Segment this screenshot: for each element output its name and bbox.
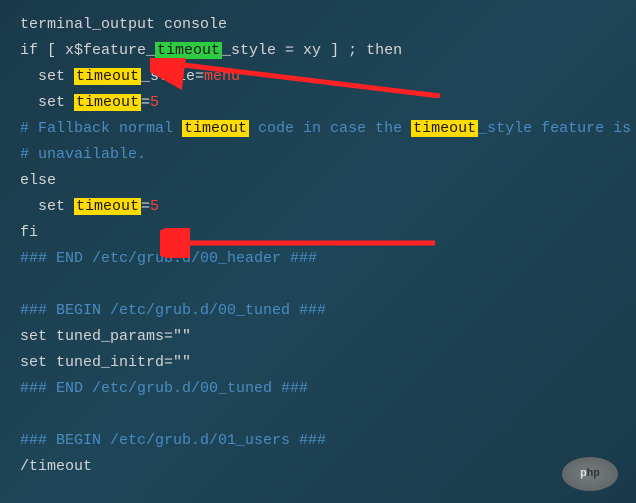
code-line-12: ### BEGIN /etc/grub.d/00_tuned ### xyxy=(20,298,616,324)
string-text: "" xyxy=(173,328,191,345)
red-value: 5 xyxy=(150,198,159,215)
code-line-16 xyxy=(20,402,616,428)
code-line-9: fi xyxy=(20,220,616,246)
comment-text: ### BEGIN /etc/grub.d/01_users ### xyxy=(20,432,326,449)
string-text: "" xyxy=(173,354,191,371)
red-value: menu xyxy=(204,68,240,85)
logo-text-p: p xyxy=(580,468,587,480)
logo-text-hp: hp xyxy=(587,468,600,480)
watermark-logo: php xyxy=(562,457,618,491)
code-line-5: # Fallback normal timeout code in case t… xyxy=(20,116,616,142)
code-text: else xyxy=(20,172,56,189)
code-text: set tuned_params= xyxy=(20,328,173,345)
highlight-yellow: timeout xyxy=(182,120,249,137)
code-line-18: /timeout xyxy=(20,454,616,480)
code-text: = xyxy=(141,198,150,215)
code-line-13: set tuned_params="" xyxy=(20,324,616,350)
code-line-3: set timeout_style=menu xyxy=(20,64,616,90)
code-line-7: else xyxy=(20,168,616,194)
code-line-1: terminal_output console xyxy=(20,12,616,38)
comment-text: ### END /etc/grub.d/00_tuned ### xyxy=(20,380,308,397)
code-text: _style = xy ] ; then xyxy=(222,42,402,59)
comment-text: code in case the xyxy=(249,120,411,137)
code-text: terminal_output console xyxy=(20,16,227,33)
code-line-2: if [ x$feature_timeout_style = xy ] ; th… xyxy=(20,38,616,64)
comment-text: # Fallback normal xyxy=(20,120,182,137)
code-text: set xyxy=(38,198,74,215)
code-text: if [ x$feature_ xyxy=(20,42,155,59)
code-line-8: set timeout=5 xyxy=(20,194,616,220)
comment-text: ### END /etc/grub.d/00_header ### xyxy=(20,250,317,267)
highlight-yellow: timeout xyxy=(411,120,478,137)
highlight-green: timeout xyxy=(155,42,222,59)
code-text: fi xyxy=(20,224,38,241)
code-text: _style= xyxy=(141,68,204,85)
code-text: set xyxy=(38,94,74,111)
highlight-yellow: timeout xyxy=(74,68,141,85)
code-line-11 xyxy=(20,272,616,298)
comment-text: # unavailable. xyxy=(20,146,146,163)
code-text: set tuned_initrd= xyxy=(20,354,173,371)
highlight-yellow: timeout xyxy=(74,198,141,215)
red-value: 5 xyxy=(150,94,159,111)
code-line-10: ### END /etc/grub.d/00_header ### xyxy=(20,246,616,272)
code-text: set xyxy=(38,68,74,85)
highlight-yellow: timeout xyxy=(74,94,141,111)
comment-text: ### BEGIN /etc/grub.d/00_tuned ### xyxy=(20,302,326,319)
code-line-4: set timeout=5 xyxy=(20,90,616,116)
code-line-6: # unavailable. xyxy=(20,142,616,168)
comment-text: _style feature is xyxy=(478,120,631,137)
code-text: /timeout xyxy=(20,458,92,475)
code-line-15: ### END /etc/grub.d/00_tuned ### xyxy=(20,376,616,402)
code-text: = xyxy=(141,94,150,111)
code-line-17: ### BEGIN /etc/grub.d/01_users ### xyxy=(20,428,616,454)
code-line-14: set tuned_initrd="" xyxy=(20,350,616,376)
